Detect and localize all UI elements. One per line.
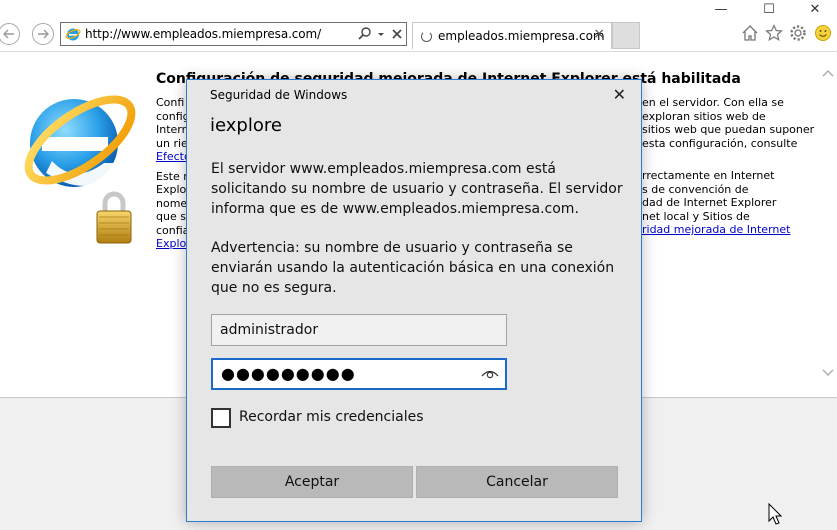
password-field[interactable]: ●●●●●●●●● xyxy=(211,358,507,390)
windows-security-dialog: Seguridad de Windows ✕ iexplore El servi… xyxy=(186,79,642,522)
ie-favicon-icon xyxy=(65,28,81,41)
text-line: esta configuración, consulte xyxy=(642,136,798,150)
dialog-message: El servidor www.empleados.miempresa.com … xyxy=(211,161,623,217)
padlock-icon xyxy=(96,191,132,244)
tab-empleados[interactable]: empleados.miempresa.com × xyxy=(412,22,612,49)
tab-title: empleados.miempresa.com xyxy=(438,29,605,43)
address-bar[interactable]: http://www.empleados.miempresa.com/ xyxy=(60,22,407,46)
password-reveal-eye-icon[interactable] xyxy=(481,368,499,380)
username-field[interactable]: administrador xyxy=(211,314,507,346)
forward-button[interactable] xyxy=(32,23,54,45)
settings-gear-icon[interactable] xyxy=(789,24,807,42)
back-arrow-icon xyxy=(3,29,14,39)
text-line: dad de Internet Explorer xyxy=(642,196,777,209)
loading-spinner-icon xyxy=(421,31,432,42)
dialog-app-name: iexplore xyxy=(210,115,282,136)
text-line: s de convención de xyxy=(642,182,749,196)
text-line: en el servidor. Con ella se xyxy=(642,96,784,109)
favorites-star-icon[interactable] xyxy=(765,24,783,42)
smiley-feedback-icon[interactable] xyxy=(814,24,832,42)
remember-credentials-checkbox[interactable] xyxy=(211,408,231,428)
address-url[interactable]: http://www.empleados.miempresa.com/ xyxy=(85,27,321,41)
minimize-button[interactable]: — xyxy=(698,0,744,20)
text-line: sitios web que puedan suponer xyxy=(642,123,815,136)
remember-credentials-label[interactable]: Recordar mis credenciales xyxy=(239,409,424,425)
right-text-column: en el servidor. Con ella se exploran sit… xyxy=(642,96,814,237)
dropdown-icon[interactable] xyxy=(373,26,389,42)
tab-close-button[interactable]: × xyxy=(593,26,605,42)
search-icon[interactable] xyxy=(357,26,373,42)
dialog-warning: Advertencia: su nombre de usuario y cont… xyxy=(211,240,615,296)
back-button[interactable] xyxy=(0,23,20,45)
text-line: net local y Sitios de xyxy=(642,209,750,223)
enhanced-security-link[interactable]: ridad mejorada de Internet xyxy=(642,223,814,237)
new-tab-button[interactable] xyxy=(612,22,640,49)
password-value: ●●●●●●●●● xyxy=(221,364,356,383)
window-close-button[interactable]: ✕ xyxy=(792,0,837,20)
scroll-up-icon[interactable] xyxy=(822,68,834,78)
text-line: rrectamente en Internet xyxy=(642,169,775,182)
ok-button[interactable]: Aceptar xyxy=(211,466,413,498)
home-icon[interactable] xyxy=(741,24,759,42)
dialog-caption: Seguridad de Windows xyxy=(210,88,348,102)
internet-explorer-logo xyxy=(24,95,136,244)
text-line: exploran sitios web de xyxy=(642,109,766,123)
browser-toolbar: — ☐ ✕ http://www.empleados.miempresa.com… xyxy=(0,0,837,52)
cancel-button[interactable]: Cancelar xyxy=(416,466,618,498)
mouse-cursor-icon xyxy=(768,503,782,525)
scroll-down-icon[interactable] xyxy=(822,368,834,378)
dialog-close-button[interactable]: ✕ xyxy=(613,85,626,104)
forward-arrow-icon xyxy=(38,29,49,39)
stop-icon[interactable] xyxy=(389,26,405,42)
maximize-button[interactable]: ☐ xyxy=(746,0,792,20)
vertical-scrollbar[interactable] xyxy=(819,52,837,397)
